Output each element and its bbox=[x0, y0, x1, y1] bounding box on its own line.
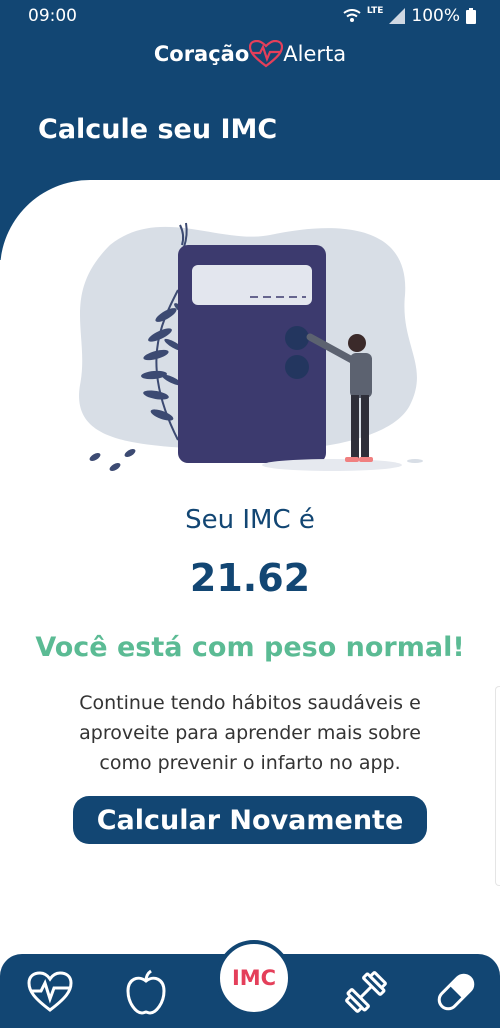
heart-pulse-logo-icon bbox=[249, 40, 284, 68]
nav-heart-rate[interactable] bbox=[24, 966, 76, 1018]
nav-nutrition[interactable] bbox=[120, 966, 172, 1018]
imc-label: Seu IMC é bbox=[185, 505, 315, 535]
network-label: LTE bbox=[366, 6, 384, 16]
imc-value: 21.62 bbox=[189, 556, 311, 600]
nav-imc[interactable]: IMC bbox=[216, 940, 292, 1016]
wifi-icon bbox=[343, 9, 361, 22]
brand-part2: Alerta bbox=[283, 42, 347, 66]
dumbbell-icon bbox=[345, 971, 387, 1013]
status-time: 09:00 bbox=[28, 6, 77, 26]
calculator-illustration bbox=[79, 222, 423, 471]
weight-status: Você está com peso normal! bbox=[35, 632, 465, 663]
app-logo: Coração Alerta bbox=[0, 40, 500, 68]
battery-icon bbox=[466, 8, 476, 24]
pill-icon bbox=[437, 973, 475, 1011]
nav-exercise[interactable] bbox=[340, 966, 392, 1018]
page-title: Calcule seu IMC bbox=[38, 114, 278, 145]
status-icons: LTE 100% bbox=[343, 6, 476, 26]
status-bar: 09:00 LTE 100% bbox=[0, 0, 500, 32]
battery-percent: 100% bbox=[411, 6, 460, 26]
side-scroll-edge bbox=[495, 686, 500, 886]
heart-pulse-icon bbox=[27, 971, 73, 1012]
result-description: Continue tendo hábitos saudáveis e aprov… bbox=[79, 692, 421, 774]
nav-medication[interactable] bbox=[430, 966, 482, 1018]
apple-icon bbox=[126, 969, 166, 1015]
recalculate-button[interactable]: Calcular Novamente bbox=[73, 796, 427, 844]
brand-part1: Coração bbox=[153, 42, 250, 66]
nav-imc-label: IMC bbox=[231, 966, 277, 990]
signal-icon bbox=[389, 8, 406, 24]
